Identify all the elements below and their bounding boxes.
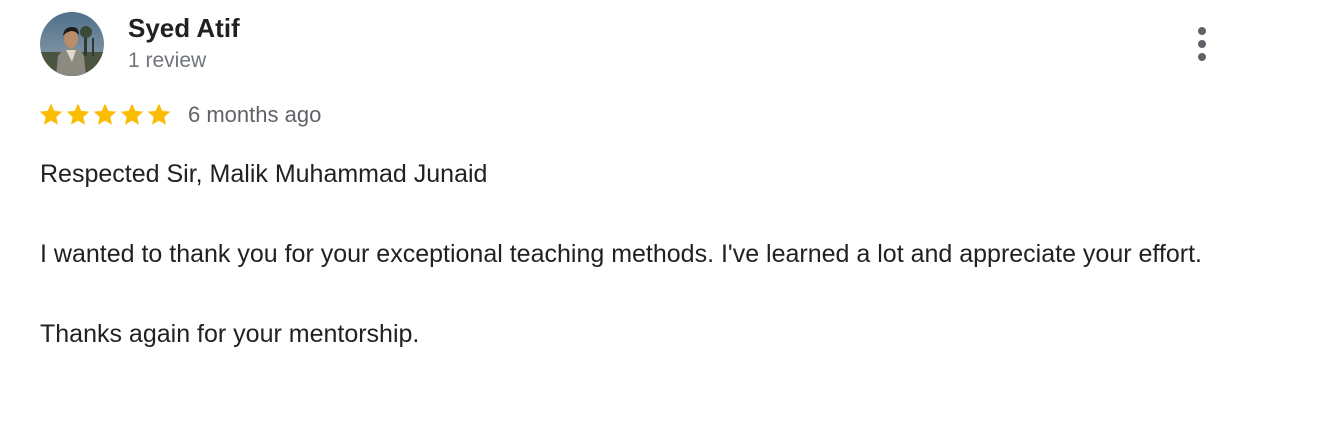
review-date: 6 months ago bbox=[188, 102, 322, 127]
reviewer-name[interactable]: Syed Atif bbox=[128, 12, 240, 44]
review-paragraph: Thanks again for your mentorship. bbox=[40, 320, 420, 348]
star-icon bbox=[146, 102, 172, 128]
reviewer-review-count[interactable]: 1 review bbox=[128, 47, 206, 75]
review-text: Respected Sir, Malik Muhammad Junaid I w… bbox=[40, 154, 1240, 354]
more-vert-icon-dot bbox=[1198, 40, 1206, 48]
avatar[interactable] bbox=[40, 12, 104, 76]
rating-row: 6 months ago bbox=[38, 99, 321, 131]
review-paragraph: Respected Sir, Malik Muhammad Junaid bbox=[40, 160, 488, 188]
star-rating bbox=[38, 102, 172, 128]
star-icon bbox=[92, 102, 118, 128]
review-paragraph: I wanted to thank you for your exception… bbox=[40, 240, 1202, 268]
more-options-button[interactable] bbox=[1186, 24, 1218, 64]
review-card: Syed Atif 1 review 6 months ago Respecte… bbox=[0, 0, 1340, 432]
more-vert-icon bbox=[1198, 27, 1206, 35]
profile-photo-icon bbox=[40, 12, 104, 76]
more-vert-icon-dot bbox=[1198, 53, 1206, 61]
star-icon bbox=[38, 102, 64, 128]
star-icon bbox=[119, 102, 145, 128]
star-icon bbox=[65, 102, 91, 128]
